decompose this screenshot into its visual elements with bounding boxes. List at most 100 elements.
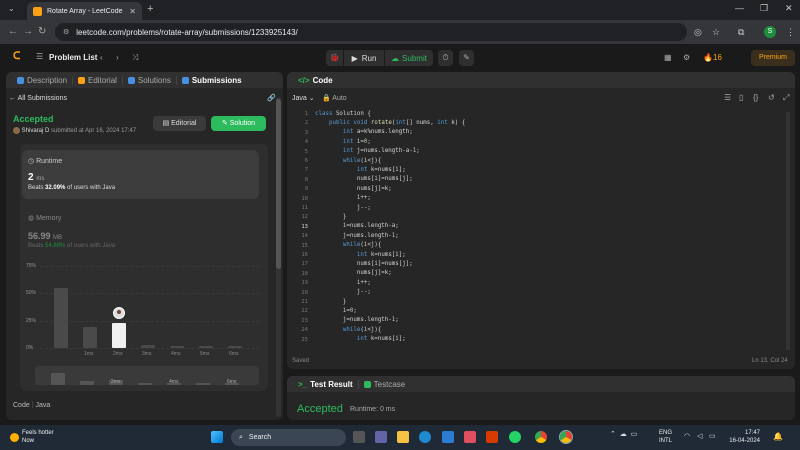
left-panel-scrollbar[interactable]: [276, 97, 281, 417]
wifi-icon[interactable]: ◠: [684, 432, 690, 440]
windows-start-icon[interactable]: [211, 431, 223, 443]
code-line[interactable]: nums[j]=k;: [315, 270, 392, 276]
tab-search-icon[interactable]: ⌄: [8, 4, 15, 13]
next-problem-icon[interactable]: ›: [116, 53, 119, 62]
code-line[interactable]: while(i<j){: [315, 242, 381, 248]
taskbar-search[interactable]: ⌕ Search: [231, 429, 346, 446]
bookmark-icon[interactable]: ▯: [739, 93, 743, 102]
code-line[interactable]: i++;: [315, 280, 371, 286]
volume-icon[interactable]: ◁: [697, 432, 702, 440]
code-line[interactable]: }: [315, 299, 347, 305]
code-line[interactable]: public void rotate(int[] nums, int k) {: [315, 120, 465, 126]
back-icon[interactable]: ←: [8, 26, 18, 37]
author-name[interactable]: Shivaraj D: [22, 128, 50, 134]
chart-bar[interactable]: [54, 287, 68, 348]
auto-mode-toggle[interactable]: 🔒 Auto: [322, 94, 347, 102]
notification-bell-icon[interactable]: 🔔: [773, 432, 783, 441]
whatsapp-icon[interactable]: [509, 431, 521, 443]
problem-list-link[interactable]: Problem List: [49, 53, 97, 62]
editor-scrollbar[interactable]: [786, 112, 790, 350]
scroll-thumb[interactable]: [276, 99, 281, 269]
tab-code[interactable]: </> Code: [293, 76, 338, 85]
battery-icon[interactable]: ▭: [709, 432, 716, 440]
chrome-icon[interactable]: [535, 431, 547, 443]
premium-button[interactable]: Premium: [751, 50, 795, 66]
tab-description[interactable]: Description: [12, 75, 74, 85]
minimize-icon[interactable]: —: [735, 3, 744, 13]
tab-submissions[interactable]: Submissions: [177, 76, 247, 85]
input-language[interactable]: ENG INTL: [659, 429, 672, 445]
braces-icon[interactable]: {}: [753, 93, 758, 102]
code-line[interactable]: int j=nums.length-a-1;: [315, 148, 420, 154]
clock[interactable]: 17:47 16-04-2024: [720, 429, 760, 445]
code-line[interactable]: int k=nums[i];: [315, 252, 406, 258]
code-line[interactable]: nums[i]=nums[j];: [315, 261, 413, 267]
settings-gear-icon[interactable]: ⚙: [683, 53, 690, 62]
notes-icon[interactable]: ✎: [459, 50, 474, 66]
reload-icon[interactable]: ↻: [38, 26, 46, 37]
list-icon[interactable]: ☰: [36, 52, 43, 61]
chart-bar[interactable]: [83, 327, 97, 348]
tab-testcase[interactable]: Testcase: [359, 380, 411, 389]
url-input[interactable]: ⚙ leetcode.com/problems/rotate-array/sub…: [55, 23, 687, 41]
forward-icon[interactable]: →: [23, 26, 33, 37]
tab-test-result[interactable]: >_ Test Result: [293, 379, 359, 389]
menu-kebab-icon[interactable]: ⋮: [786, 27, 795, 38]
leetcode-logo-icon[interactable]: ᑕ: [13, 51, 23, 62]
code-line[interactable]: int k=nums[i];: [315, 167, 406, 173]
shuffle-icon[interactable]: ⤨: [132, 53, 138, 63]
eye-off-icon[interactable]: ◎: [694, 27, 702, 38]
editorial-button[interactable]: ▤ Editorial: [153, 116, 206, 131]
new-tab-icon[interactable]: +: [147, 3, 153, 15]
tab-solutions[interactable]: Solutions: [123, 75, 177, 85]
edge-icon[interactable]: [419, 431, 431, 443]
timer-icon[interactable]: ⏱: [438, 50, 453, 66]
site-info-icon[interactable]: ⚙: [63, 28, 69, 36]
chart-bar[interactable]: [170, 345, 184, 348]
submit-button[interactable]: ☁ Submit: [385, 50, 433, 66]
code-line[interactable]: while(i<j){: [315, 158, 381, 164]
language-select[interactable]: Java ⌄: [292, 94, 315, 102]
all-submissions-link[interactable]: ← All Submissions: [9, 95, 67, 102]
bookmark-star-icon[interactable]: ☆: [712, 27, 720, 38]
code-line[interactable]: class Solution {: [315, 111, 371, 117]
code-line[interactable]: int i=0;: [315, 139, 371, 145]
app-icon[interactable]: [464, 431, 476, 443]
code-line[interactable]: j=nums.length-1;: [315, 317, 399, 323]
chart-bar[interactable]: [141, 344, 155, 348]
system-tray[interactable]: ⌃ ☁ ▭: [610, 430, 637, 438]
camera-icon[interactable]: ▭: [631, 431, 638, 438]
profile-avatar[interactable]: S: [764, 26, 776, 38]
close-window-icon[interactable]: ✕: [785, 3, 793, 14]
tab-editorial[interactable]: Editorial: [73, 75, 123, 85]
run-button[interactable]: ▶ Run: [344, 50, 384, 66]
weather-widget[interactable]: Feels hotter Now: [10, 429, 54, 445]
code-line[interactable]: j--;: [315, 205, 371, 211]
task-view-icon[interactable]: [353, 431, 365, 443]
format-icon[interactable]: ☰: [724, 93, 731, 102]
prev-problem-icon[interactable]: ‹: [100, 53, 103, 62]
code-line[interactable]: nums[j]=k;: [315, 186, 392, 192]
teams-icon[interactable]: [375, 431, 387, 443]
cloud-icon[interactable]: ☁: [620, 431, 627, 438]
office-icon[interactable]: [486, 431, 498, 443]
store-icon[interactable]: [442, 431, 454, 443]
close-tab-icon[interactable]: ✕: [129, 7, 136, 16]
file-explorer-icon[interactable]: [397, 431, 409, 443]
code-line[interactable]: while(i<j){: [315, 327, 381, 333]
code-line[interactable]: j--;: [315, 289, 371, 295]
layout-icon[interactable]: ▦: [664, 53, 672, 62]
code-line[interactable]: i=nums.length-a;: [315, 223, 399, 229]
fullscreen-icon[interactable]: ⤢: [783, 93, 789, 103]
code-line[interactable]: int a=k%nums.length;: [315, 129, 413, 135]
chevron-up-icon[interactable]: ⌃: [610, 431, 616, 438]
memory-label[interactable]: ◍ Memory: [28, 214, 61, 222]
chart-bar[interactable]: [199, 345, 213, 348]
code-line[interactable]: nums[i]=nums[j];: [315, 176, 413, 182]
extensions-icon[interactable]: ⧉: [738, 27, 744, 38]
code-line[interactable]: int k=nums[i];: [315, 336, 406, 342]
code-line[interactable]: j=nums.length-1;: [315, 233, 399, 239]
chart-bar[interactable]: [228, 345, 242, 348]
chart-bar[interactable]: [112, 322, 126, 348]
reset-icon[interactable]: ↺: [768, 93, 775, 102]
